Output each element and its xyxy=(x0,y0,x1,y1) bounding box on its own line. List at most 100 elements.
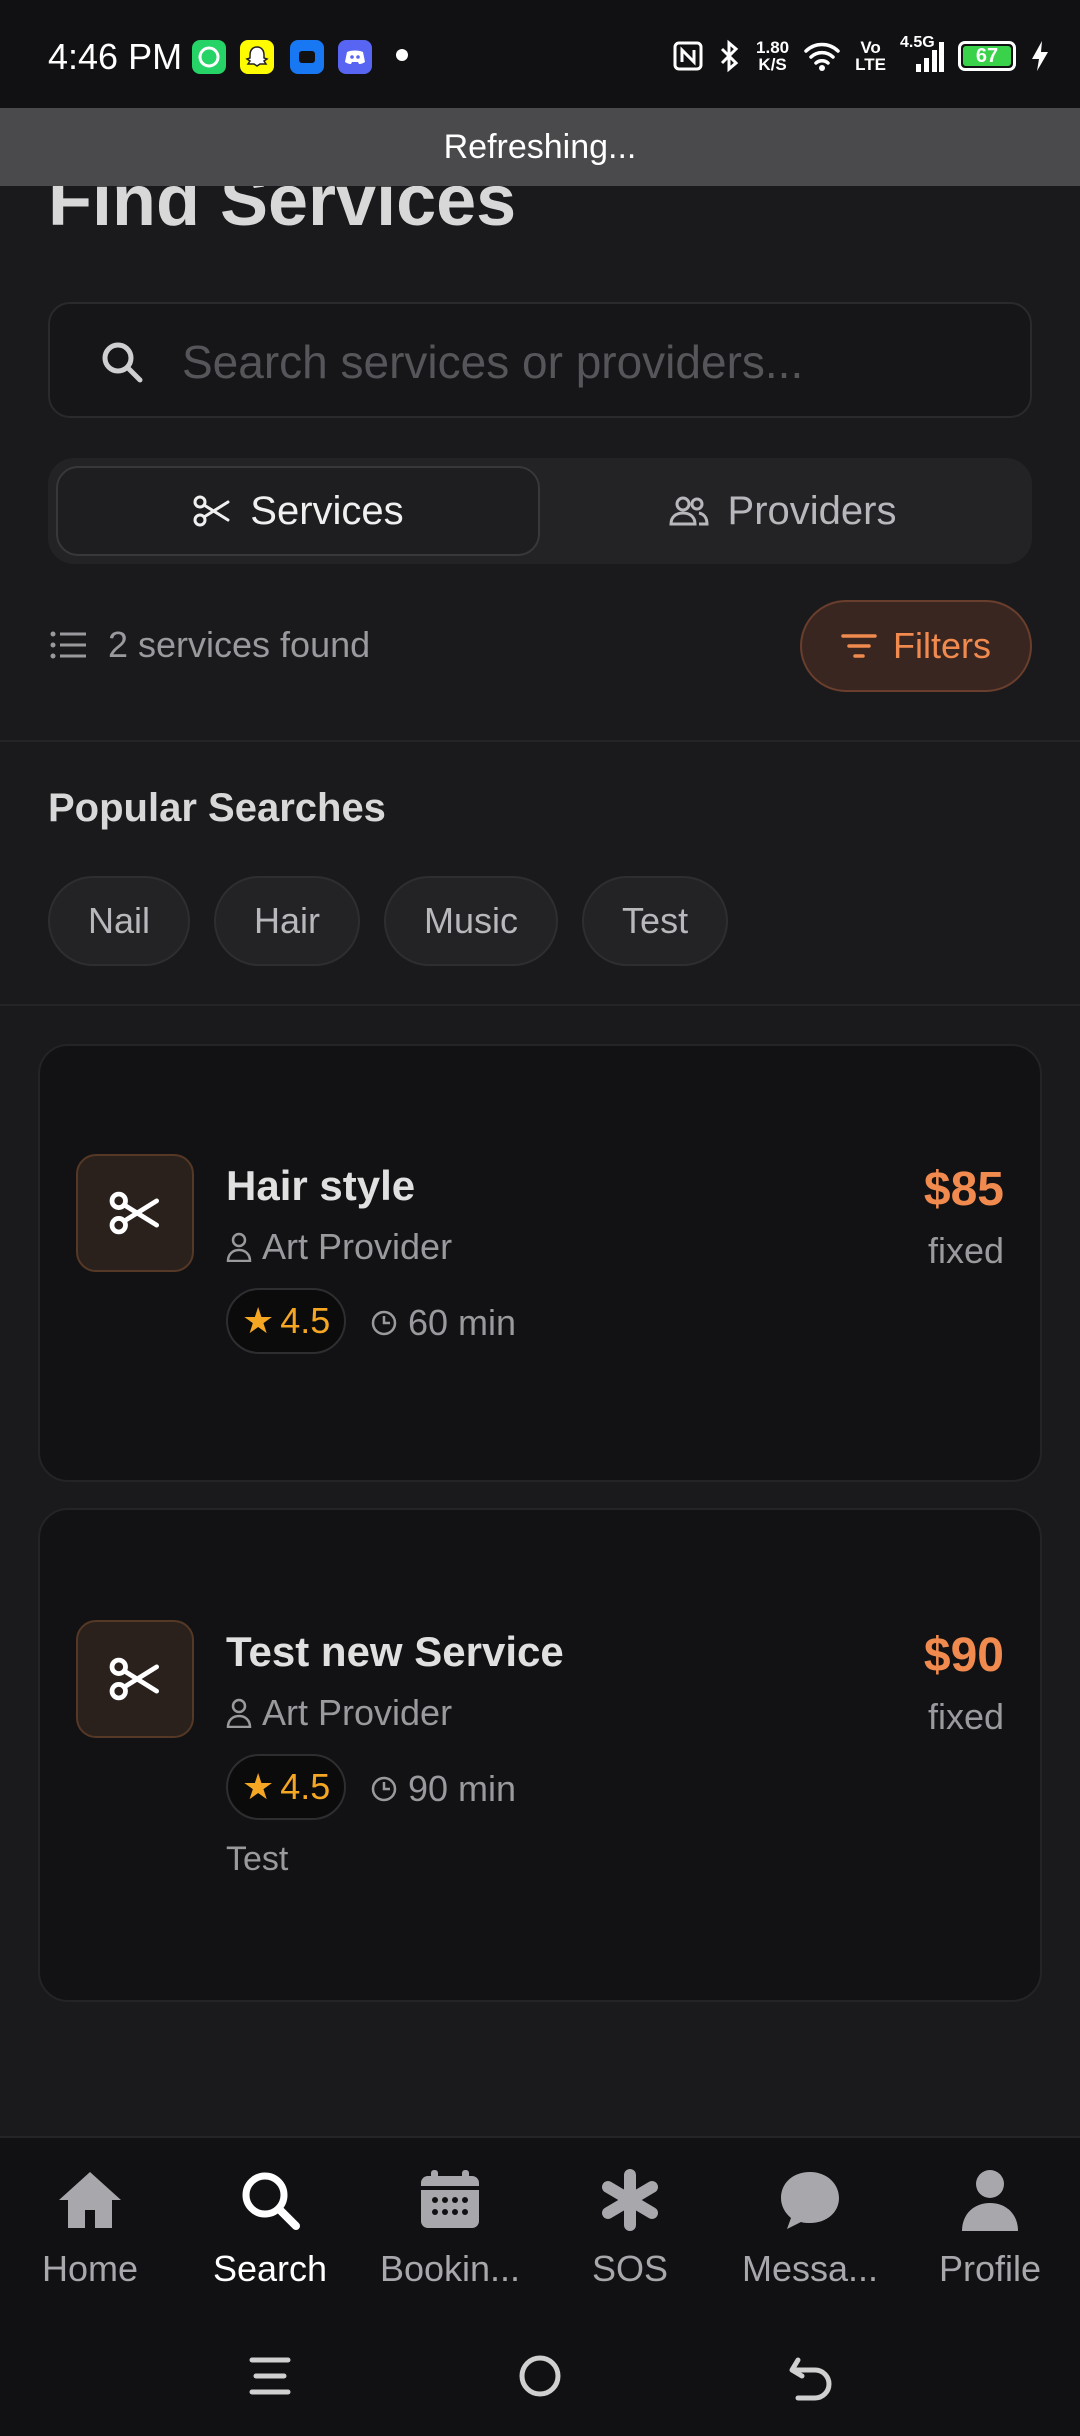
divider xyxy=(0,1004,1080,1006)
chip-hair[interactable]: Hair xyxy=(214,876,361,966)
tab-providers-label: Providers xyxy=(727,488,897,533)
chip-nail[interactable]: Nail xyxy=(48,876,191,966)
nav-bookings[interactable]: Bookin... xyxy=(360,2138,540,2316)
service-icon xyxy=(76,1154,194,1272)
duration-value: 60 min xyxy=(408,1302,517,1343)
whatsapp-icon xyxy=(192,40,226,74)
net-speed: 1.80 K/S xyxy=(756,39,789,73)
nav-sos-label: SOS xyxy=(591,2248,669,2289)
service-provider: Art Provider xyxy=(226,1226,452,1268)
chip-music[interactable]: Music xyxy=(384,876,559,966)
wifi-icon xyxy=(804,42,840,71)
chip-test[interactable]: Test xyxy=(582,876,729,966)
battery-indicator: 67 xyxy=(958,41,1016,71)
divider xyxy=(0,740,1080,742)
asterisk-icon xyxy=(594,2164,666,2236)
duration-value: 90 min xyxy=(408,1768,517,1809)
person-icon xyxy=(226,1698,252,1728)
nav-profile-label: Profile xyxy=(938,2248,1042,2289)
volte-top: Vo xyxy=(860,38,881,57)
nav-profile[interactable]: Profile xyxy=(900,2138,1080,2316)
service-duration: 60 min xyxy=(370,1302,516,1344)
service-description: Test xyxy=(226,1840,289,1878)
system-nav-bar xyxy=(0,2316,1080,2436)
notification-dot xyxy=(396,49,408,61)
service-title: Test new Service xyxy=(226,1628,564,1675)
network-type: 4.5G xyxy=(900,34,935,51)
results-count: 2 services found xyxy=(108,624,371,665)
price-type: fixed xyxy=(927,1230,1004,1271)
filters-label: Filters xyxy=(893,625,991,666)
chat-icon xyxy=(774,2164,846,2236)
nav-messages[interactable]: Messa... xyxy=(720,2138,900,2316)
list-icon xyxy=(50,631,86,659)
volte-indicator: Vo LTE xyxy=(855,39,886,73)
popular-searches-title: Popular Searches xyxy=(48,786,386,830)
filter-icon xyxy=(841,634,877,658)
tab-services[interactable]: Services xyxy=(56,466,540,556)
status-bar: 4:46 PM 1.80 K/S Vo LTE 4.5G 67 xyxy=(0,0,1080,108)
back-icon[interactable] xyxy=(784,2348,840,2404)
nav-home[interactable]: Home xyxy=(0,2138,180,2316)
search-icon xyxy=(234,2164,306,2236)
rating-badge: ★ 4.5 xyxy=(226,1754,347,1820)
nav-sos[interactable]: SOS xyxy=(540,2138,720,2316)
service-title: Hair style xyxy=(226,1162,416,1209)
home-button-icon[interactable] xyxy=(512,2348,568,2404)
rating-value: 4.5 xyxy=(280,1766,331,1807)
cell-signal: 4.5G xyxy=(900,34,944,74)
bluetooth-icon xyxy=(720,39,739,73)
scissors-icon xyxy=(193,495,230,527)
search-box[interactable] xyxy=(48,302,1032,418)
person-icon xyxy=(226,1232,252,1262)
calendar-icon xyxy=(414,2164,486,2236)
rating-value: 4.5 xyxy=(280,1300,331,1341)
tab-services-label: Services xyxy=(250,488,404,533)
service-icon xyxy=(76,1620,194,1738)
search-mode-toggle: Services Providers xyxy=(48,458,1032,564)
provider-name: Art Provider xyxy=(262,1692,453,1733)
net-speed-unit: K/S xyxy=(758,55,787,74)
search-icon xyxy=(102,342,143,383)
nav-search[interactable]: Search xyxy=(180,2138,360,2316)
volte-bottom: LTE xyxy=(855,55,886,74)
star-icon: ★ xyxy=(242,1766,275,1807)
nav-messages-label: Messa... xyxy=(741,2248,879,2289)
service-price: $90 xyxy=(923,1629,1004,1682)
tab-providers[interactable]: Providers xyxy=(540,466,1024,556)
status-indicators: 1.80 K/S Vo LTE 4.5G 67 xyxy=(672,34,1050,78)
scissors-icon xyxy=(109,1191,160,1235)
menu-icon[interactable] xyxy=(242,2348,298,2404)
clock-icon xyxy=(371,1776,397,1802)
refreshing-banner: Refreshing... xyxy=(0,108,1080,186)
service-card[interactable]: Test new Service Art Provider ★ 4.5 90 m… xyxy=(38,1508,1042,2002)
person-icon xyxy=(954,2164,1026,2236)
service-price: $85 xyxy=(923,1163,1004,1216)
price-type: fixed xyxy=(927,1696,1004,1737)
charging-icon xyxy=(1032,41,1048,71)
status-time: 4:46 PM xyxy=(48,36,183,77)
bottom-nav: Home Search Bookin... SOS Messa... Profi… xyxy=(0,2136,1080,2316)
star-icon: ★ xyxy=(242,1300,275,1341)
search-input[interactable] xyxy=(182,332,1002,392)
rating-badge: ★ 4.5 xyxy=(226,1288,347,1354)
net-speed-value: 1.80 xyxy=(756,38,790,57)
nav-search-label: Search xyxy=(212,2248,328,2289)
nav-home-label: Home xyxy=(41,2248,139,2289)
popular-chips: Nail Hair Music Test xyxy=(48,876,729,966)
nav-bookings-label: Bookin... xyxy=(379,2248,521,2289)
clock-icon xyxy=(371,1310,397,1336)
filters-button[interactable]: Filters xyxy=(800,600,1032,692)
service-card[interactable]: Hair style Art Provider ★ 4.5 60 min $85… xyxy=(38,1044,1042,1482)
results-row: 2 services found Filters xyxy=(48,600,1032,692)
scissors-icon xyxy=(109,1657,160,1701)
nfc-icon xyxy=(673,41,703,71)
people-icon xyxy=(669,496,709,526)
service-duration: 90 min xyxy=(370,1768,516,1810)
battery-level: 67 xyxy=(963,45,1011,67)
snapchat-icon xyxy=(240,40,274,74)
provider-name: Art Provider xyxy=(262,1226,453,1267)
messenger-icon xyxy=(290,40,324,74)
discord-icon xyxy=(338,40,372,74)
service-provider: Art Provider xyxy=(226,1692,452,1734)
